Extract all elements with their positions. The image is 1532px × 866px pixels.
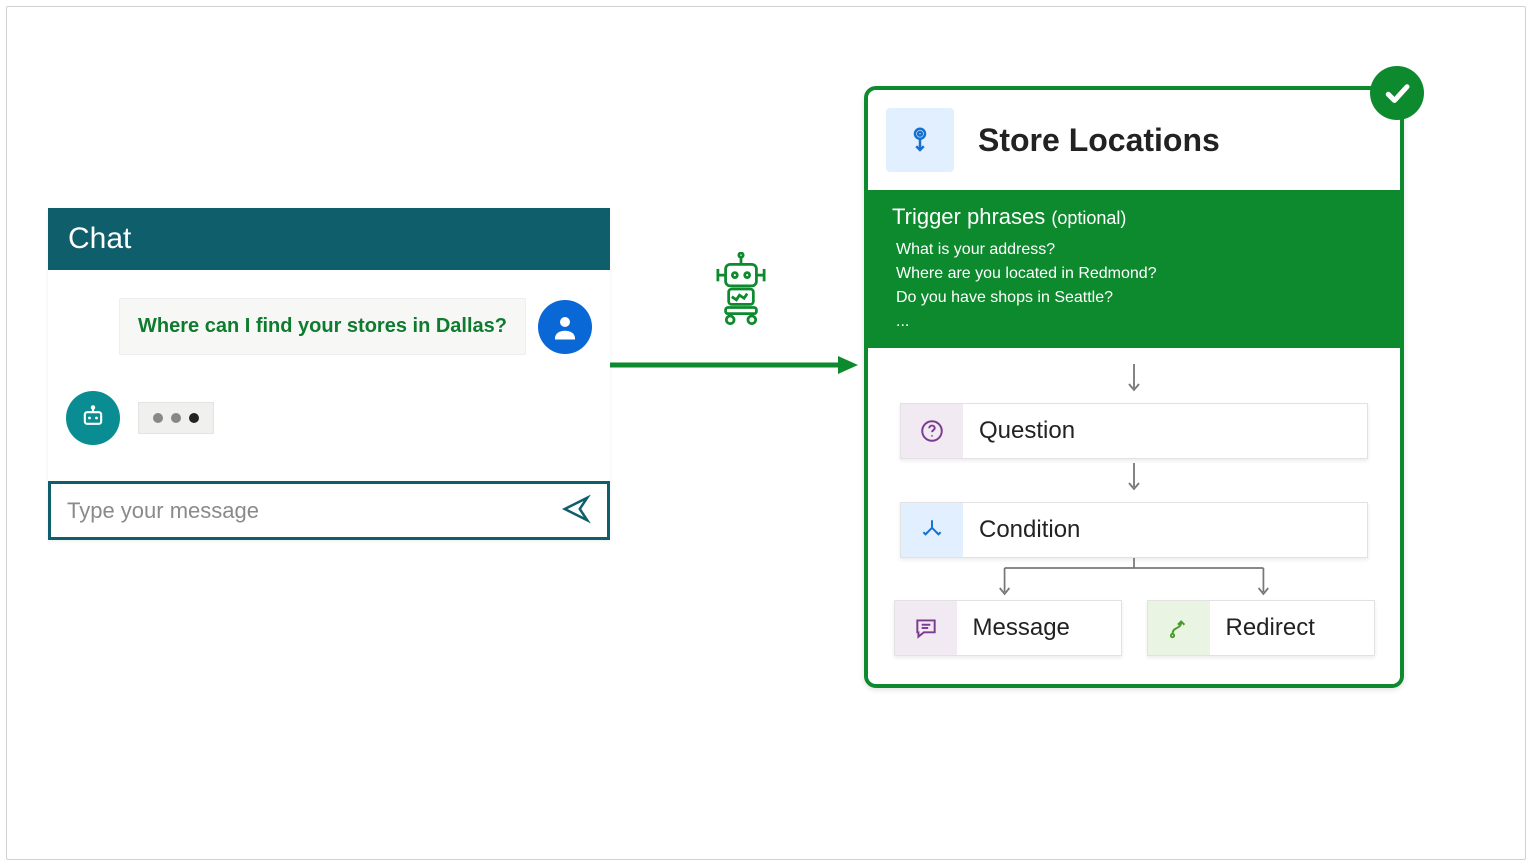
message-node[interactable]: Message bbox=[894, 600, 1122, 656]
node-label: Message bbox=[957, 614, 1070, 642]
send-button[interactable] bbox=[561, 494, 591, 527]
trigger-phrase: Do you have shops in Seattle? bbox=[896, 286, 1376, 310]
typing-dot bbox=[153, 413, 163, 423]
node-label: Condition bbox=[963, 516, 1080, 544]
flow-arrow-down-icon bbox=[888, 364, 1380, 399]
topic-header[interactable]: Store Locations bbox=[868, 90, 1400, 190]
condition-node[interactable]: Condition bbox=[900, 502, 1368, 558]
question-node[interactable]: Question bbox=[900, 403, 1368, 459]
node-label: Question bbox=[963, 417, 1075, 445]
authoring-canvas: Question Condition bbox=[868, 348, 1400, 684]
topic-card: Store Locations Trigger phrases (optiona… bbox=[864, 86, 1404, 688]
check-badge-icon bbox=[1370, 66, 1424, 120]
question-icon bbox=[901, 404, 963, 458]
typing-dot bbox=[171, 413, 181, 423]
user-message: Where can I find your stores in Dallas? bbox=[119, 298, 526, 355]
user-message-row: Where can I find your stores in Dallas? bbox=[66, 298, 592, 355]
topic-title: Store Locations bbox=[978, 122, 1220, 159]
send-icon bbox=[561, 494, 591, 524]
trigger-phrase: What is your address? bbox=[896, 238, 1376, 262]
chat-input[interactable] bbox=[67, 498, 561, 524]
chat-body: Where can I find your stores in Dallas? bbox=[48, 270, 610, 481]
robot-icon bbox=[704, 252, 778, 326]
branch-row: Message Redirect bbox=[888, 600, 1380, 656]
chat-input-row bbox=[48, 481, 610, 540]
trigger-phrase: ... bbox=[896, 310, 1376, 334]
trigger-phrases-section[interactable]: Trigger phrases (optional) What is your … bbox=[868, 190, 1400, 348]
topic-icon bbox=[886, 108, 954, 172]
redirect-node[interactable]: Redirect bbox=[1147, 600, 1375, 656]
branch-split bbox=[908, 558, 1360, 600]
redirect-icon bbox=[1148, 601, 1210, 655]
chat-header: Chat bbox=[48, 208, 610, 270]
node-label: Redirect bbox=[1210, 614, 1315, 642]
bot-avatar-icon bbox=[66, 391, 120, 445]
flow-arrow-down-icon bbox=[888, 463, 1380, 498]
user-avatar-icon bbox=[538, 300, 592, 354]
typing-dot bbox=[189, 413, 199, 423]
trigger-label: Trigger phrases bbox=[892, 204, 1045, 229]
typing-indicator bbox=[138, 402, 214, 434]
trigger-list: What is your address? Where are you loca… bbox=[892, 238, 1376, 334]
arrow-to-topic bbox=[610, 354, 858, 376]
trigger-optional: (optional) bbox=[1051, 208, 1126, 228]
trigger-title: Trigger phrases (optional) bbox=[892, 204, 1376, 230]
chat-window: Chat Where can I find your stores in Dal… bbox=[48, 208, 610, 540]
branch-icon bbox=[901, 503, 963, 557]
trigger-phrase: Where are you located in Redmond? bbox=[896, 262, 1376, 286]
bot-reply-row bbox=[66, 391, 592, 445]
message-icon bbox=[895, 601, 957, 655]
